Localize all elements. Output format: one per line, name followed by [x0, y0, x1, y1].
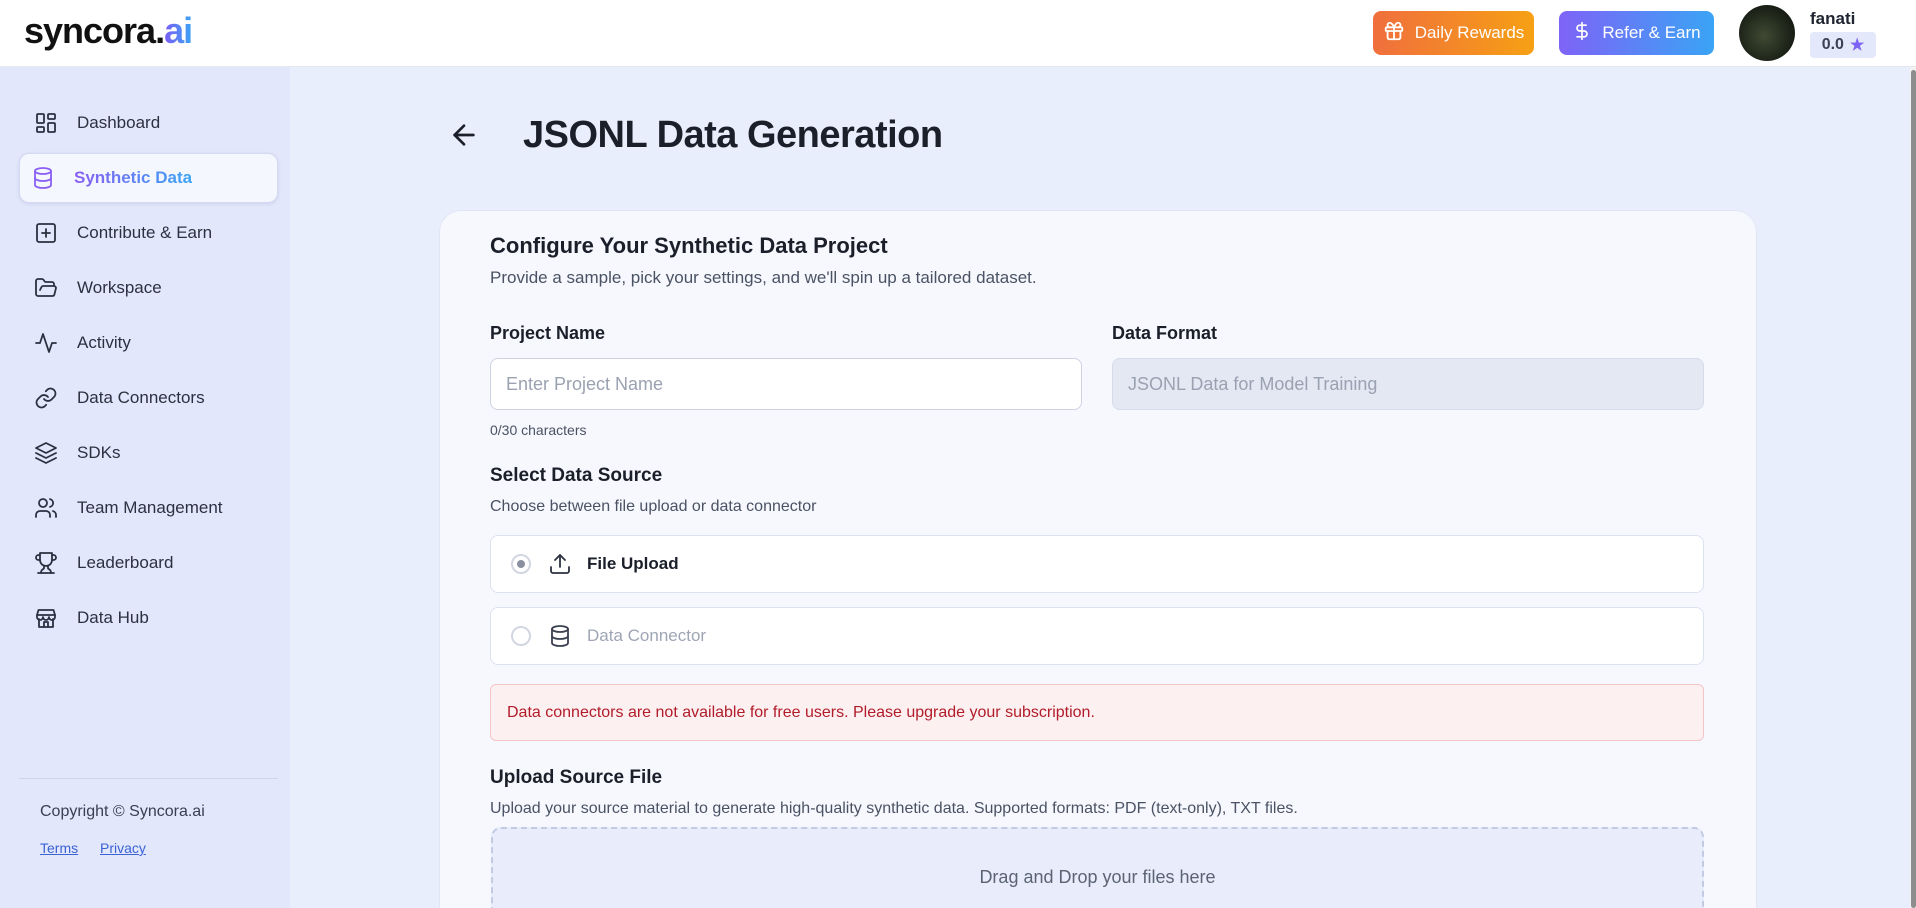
- activity-icon: [33, 330, 59, 356]
- score-badge: 0.0 ★: [1810, 32, 1876, 58]
- back-arrow-icon[interactable]: [448, 119, 480, 151]
- sidebar-item-label: Synthetic Data: [74, 168, 193, 187]
- sidebar-item-activity[interactable]: Activity: [19, 318, 278, 368]
- sidebar-divider: [19, 778, 278, 779]
- link-icon: [33, 385, 59, 411]
- users-icon: [33, 495, 59, 521]
- card-title: Configure Your Synthetic Data Project: [490, 233, 888, 258]
- file-upload-option[interactable]: File Upload: [490, 535, 1704, 593]
- sidebar-item-label: Workspace: [77, 278, 162, 297]
- logo-accent: ai: [164, 10, 193, 51]
- logo-text: syncora.: [24, 10, 165, 51]
- sidebar-item-label: Data Hub: [77, 608, 149, 627]
- upgrade-alert: Data connectors are not available for fr…: [490, 684, 1704, 741]
- sidebar-item-label: Dashboard: [77, 113, 161, 132]
- dashboard-icon: [33, 110, 59, 136]
- sidebar-item-sdks[interactable]: SDKs: [19, 428, 278, 478]
- username: fanati: [1810, 9, 1856, 28]
- sidebar-item-data-connectors[interactable]: Data Connectors: [19, 373, 278, 423]
- database-icon: [547, 623, 573, 649]
- file-dropzone[interactable]: Drag and Drop your files here: [491, 827, 1704, 908]
- privacy-link[interactable]: Privacy: [100, 840, 146, 856]
- database-icon: [30, 165, 56, 191]
- dropzone-text: Drag and Drop your files here: [979, 867, 1216, 887]
- store-icon: [33, 605, 59, 631]
- upload-icon: [547, 551, 573, 577]
- char-count: 0/30 characters: [490, 422, 587, 438]
- page-scrollbar[interactable]: [1911, 70, 1916, 908]
- data-format-field: [1112, 358, 1704, 410]
- trophy-icon: [33, 550, 59, 576]
- top-header: syncora.ai Daily Rewards Refer & Earn fa…: [0, 0, 1916, 67]
- plus-square-icon: [33, 220, 59, 246]
- upload-source-subtitle: Upload your source material to generate …: [490, 800, 1298, 817]
- sidebar-item-label: Leaderboard: [77, 553, 174, 572]
- star-icon: ★: [1849, 37, 1865, 54]
- copyright-text: Copyright © Syncora.ai: [40, 803, 205, 820]
- upload-source-title: Upload Source File: [490, 767, 663, 788]
- sidebar-item-synthetic-data[interactable]: Synthetic Data: [19, 153, 278, 203]
- dollar-icon: [1572, 20, 1592, 47]
- refer-earn-label: Refer & Earn: [1602, 23, 1701, 42]
- sidebar-item-data-hub[interactable]: Data Hub: [19, 593, 278, 643]
- sidebar-item-contribute-earn[interactable]: Contribute & Earn: [19, 208, 278, 258]
- sidebar-item-label: Data Connectors: [77, 388, 205, 407]
- data-connector-radio[interactable]: [511, 626, 531, 646]
- project-name-label: Project Name: [490, 323, 606, 343]
- file-upload-radio[interactable]: [511, 554, 531, 574]
- data-source-title: Select Data Source: [490, 465, 663, 486]
- data-connector-option[interactable]: Data Connector: [490, 607, 1704, 665]
- sidebar-item-workspace[interactable]: Workspace: [19, 263, 278, 313]
- score-value: 0.0: [1821, 36, 1844, 53]
- app-logo[interactable]: syncora.ai: [24, 10, 193, 52]
- sidebar-item-team-management[interactable]: Team Management: [19, 483, 278, 533]
- data-source-subtitle: Choose between file upload or data conne…: [490, 498, 817, 515]
- sidebar-item-label: SDKs: [77, 443, 121, 462]
- file-upload-label: File Upload: [587, 554, 679, 573]
- sidebar-item-label: Team Management: [77, 498, 223, 517]
- daily-rewards-button[interactable]: Daily Rewards: [1373, 11, 1534, 55]
- sidebar-item-label: Contribute & Earn: [77, 223, 213, 242]
- sidebar: Dashboard Synthetic Data Contribute & Ea…: [0, 67, 290, 908]
- data-format-label: Data Format: [1112, 323, 1218, 343]
- avatar[interactable]: [1739, 5, 1795, 61]
- refer-earn-button[interactable]: Refer & Earn: [1559, 11, 1714, 55]
- terms-link[interactable]: Terms: [40, 840, 78, 856]
- project-name-input[interactable]: [490, 358, 1082, 410]
- card-subtitle: Provide a sample, pick your settings, an…: [490, 268, 1037, 287]
- daily-rewards-label: Daily Rewards: [1414, 23, 1525, 42]
- gift-icon: [1383, 20, 1405, 47]
- sidebar-item-leaderboard[interactable]: Leaderboard: [19, 538, 278, 588]
- folder-open-icon: [33, 275, 59, 301]
- page-title: JSONL Data Generation: [523, 114, 943, 156]
- data-connector-label: Data Connector: [587, 626, 707, 645]
- sidebar-item-label: Activity: [77, 333, 131, 352]
- layers-icon: [33, 440, 59, 466]
- sidebar-item-dashboard[interactable]: Dashboard: [19, 98, 278, 148]
